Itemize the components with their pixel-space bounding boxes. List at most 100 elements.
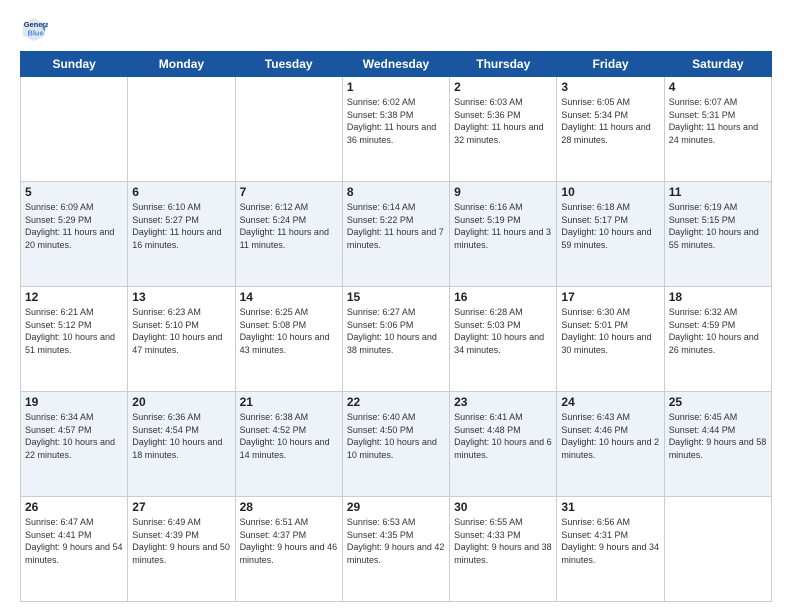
calendar-week-5: 26 Sunrise: 6:47 AMSunset: 4:41 PMDayligh… xyxy=(21,497,772,602)
calendar-cell: 17 Sunrise: 6:30 AMSunset: 5:01 PMDayligh… xyxy=(557,287,664,392)
day-header-monday: Monday xyxy=(128,52,235,77)
day-number: 30 xyxy=(454,500,552,514)
calendar-cell: 29 Sunrise: 6:53 AMSunset: 4:35 PMDayligh… xyxy=(342,497,449,602)
day-number: 9 xyxy=(454,185,552,199)
cell-content: Sunrise: 6:30 AMSunset: 5:01 PMDaylight:… xyxy=(561,306,659,356)
logo-icon: General Blue xyxy=(20,15,48,43)
day-header-tuesday: Tuesday xyxy=(235,52,342,77)
calendar-cell: 11 Sunrise: 6:19 AMSunset: 5:15 PMDayligh… xyxy=(664,182,771,287)
day-number: 8 xyxy=(347,185,445,199)
day-number: 3 xyxy=(561,80,659,94)
cell-content: Sunrise: 6:34 AMSunset: 4:57 PMDaylight:… xyxy=(25,411,123,461)
cell-content: Sunrise: 6:10 AMSunset: 5:27 PMDaylight:… xyxy=(132,201,230,251)
page: General Blue SundayMondayTuesdayWednesda… xyxy=(0,0,792,612)
calendar-cell: 16 Sunrise: 6:28 AMSunset: 5:03 PMDayligh… xyxy=(450,287,557,392)
svg-text:Blue: Blue xyxy=(27,29,43,38)
calendar-cell: 18Sunrise: 6:32 AMSunset: 4:59 PMDayligh… xyxy=(664,287,771,392)
calendar-cell: 12 Sunrise: 6:21 AMSunset: 5:12 PMDayligh… xyxy=(21,287,128,392)
cell-content: Sunrise: 6:21 AMSunset: 5:12 PMDaylight:… xyxy=(25,306,123,356)
day-number: 27 xyxy=(132,500,230,514)
calendar-cell: 20 Sunrise: 6:36 AMSunset: 4:54 PMDayligh… xyxy=(128,392,235,497)
cell-content: Sunrise: 6:47 AMSunset: 4:41 PMDaylight:… xyxy=(25,516,123,566)
day-number: 29 xyxy=(347,500,445,514)
calendar-week-1: 1Sunrise: 6:02 AMSunset: 5:38 PMDaylight… xyxy=(21,77,772,182)
cell-content: Sunrise: 6:05 AMSunset: 5:34 PMDaylight:… xyxy=(561,96,659,146)
cell-content: Sunrise: 6:09 AMSunset: 5:29 PMDaylight:… xyxy=(25,201,123,251)
cell-content: Sunrise: 6:51 AMSunset: 4:37 PMDaylight:… xyxy=(240,516,338,566)
calendar-cell: 6Sunrise: 6:10 AMSunset: 5:27 PMDaylight… xyxy=(128,182,235,287)
calendar-cell: 13Sunrise: 6:23 AMSunset: 5:10 PMDayligh… xyxy=(128,287,235,392)
day-number: 2 xyxy=(454,80,552,94)
day-number: 10 xyxy=(561,185,659,199)
cell-content: Sunrise: 6:07 AMSunset: 5:31 PMDaylight:… xyxy=(669,96,767,146)
day-number: 13 xyxy=(132,290,230,304)
calendar-week-4: 19 Sunrise: 6:34 AMSunset: 4:57 PMDayligh… xyxy=(21,392,772,497)
day-header-saturday: Saturday xyxy=(664,52,771,77)
day-number: 23 xyxy=(454,395,552,409)
cell-content: Sunrise: 6:53 AMSunset: 4:35 PMDaylight:… xyxy=(347,516,445,566)
cell-content: Sunrise: 6:38 AMSunset: 4:52 PMDaylight:… xyxy=(240,411,338,461)
calendar-cell: 31 Sunrise: 6:56 AMSunset: 4:31 PMDayligh… xyxy=(557,497,664,602)
calendar-cell: 23 Sunrise: 6:41 AMSunset: 4:48 PMDayligh… xyxy=(450,392,557,497)
day-header-wednesday: Wednesday xyxy=(342,52,449,77)
day-number: 26 xyxy=(25,500,123,514)
day-number: 11 xyxy=(669,185,767,199)
day-number: 12 xyxy=(25,290,123,304)
calendar-cell: 5 Sunrise: 6:09 AMSunset: 5:29 PMDaylight… xyxy=(21,182,128,287)
calendar-table: SundayMondayTuesdayWednesdayThursdayFrid… xyxy=(20,51,772,602)
calendar-cell xyxy=(128,77,235,182)
calendar-cell xyxy=(664,497,771,602)
calendar-cell: 27 Sunrise: 6:49 AMSunset: 4:39 PMDayligh… xyxy=(128,497,235,602)
cell-content: Sunrise: 6:19 AMSunset: 5:15 PMDaylight:… xyxy=(669,201,767,251)
cell-content: Sunrise: 6:49 AMSunset: 4:39 PMDaylight:… xyxy=(132,516,230,566)
day-number: 24 xyxy=(561,395,659,409)
calendar-cell: 1Sunrise: 6:02 AMSunset: 5:38 PMDaylight… xyxy=(342,77,449,182)
day-header-thursday: Thursday xyxy=(450,52,557,77)
cell-content: Sunrise: 6:03 AMSunset: 5:36 PMDaylight:… xyxy=(454,96,552,146)
cell-content: Sunrise: 6:14 AMSunset: 5:22 PMDaylight:… xyxy=(347,201,445,251)
calendar-cell: 15Sunrise: 6:27 AMSunset: 5:06 PMDayligh… xyxy=(342,287,449,392)
logo: General Blue xyxy=(20,15,52,43)
calendar-week-2: 5 Sunrise: 6:09 AMSunset: 5:29 PMDaylight… xyxy=(21,182,772,287)
cell-content: Sunrise: 6:40 AMSunset: 4:50 PMDaylight:… xyxy=(347,411,445,461)
calendar-cell: 30 Sunrise: 6:55 AMSunset: 4:33 PMDayligh… xyxy=(450,497,557,602)
calendar-cell: 22 Sunrise: 6:40 AMSunset: 4:50 PMDayligh… xyxy=(342,392,449,497)
calendar-cell: 26 Sunrise: 6:47 AMSunset: 4:41 PMDayligh… xyxy=(21,497,128,602)
day-number: 31 xyxy=(561,500,659,514)
day-number: 1 xyxy=(347,80,445,94)
calendar-cell xyxy=(235,77,342,182)
cell-content: Sunrise: 6:36 AMSunset: 4:54 PMDaylight:… xyxy=(132,411,230,461)
calendar-week-3: 12 Sunrise: 6:21 AMSunset: 5:12 PMDayligh… xyxy=(21,287,772,392)
day-header-sunday: Sunday xyxy=(21,52,128,77)
calendar-cell: 3 Sunrise: 6:05 AMSunset: 5:34 PMDaylight… xyxy=(557,77,664,182)
cell-content: Sunrise: 6:16 AMSunset: 5:19 PMDaylight:… xyxy=(454,201,552,251)
cell-content: Sunrise: 6:45 AMSunset: 4:44 PMDaylight:… xyxy=(669,411,767,461)
cell-content: Sunrise: 6:41 AMSunset: 4:48 PMDaylight:… xyxy=(454,411,552,461)
calendar-cell: 10 Sunrise: 6:18 AMSunset: 5:17 PMDayligh… xyxy=(557,182,664,287)
calendar-cell: 8 Sunrise: 6:14 AMSunset: 5:22 PMDaylight… xyxy=(342,182,449,287)
cell-content: Sunrise: 6:43 AMSunset: 4:46 PMDaylight:… xyxy=(561,411,659,461)
calendar-cell xyxy=(21,77,128,182)
day-number: 22 xyxy=(347,395,445,409)
cell-content: Sunrise: 6:18 AMSunset: 5:17 PMDaylight:… xyxy=(561,201,659,251)
day-header-friday: Friday xyxy=(557,52,664,77)
day-number: 15 xyxy=(347,290,445,304)
day-number: 20 xyxy=(132,395,230,409)
cell-content: Sunrise: 6:25 AMSunset: 5:08 PMDaylight:… xyxy=(240,306,338,356)
day-number: 21 xyxy=(240,395,338,409)
day-number: 16 xyxy=(454,290,552,304)
cell-content: Sunrise: 6:56 AMSunset: 4:31 PMDaylight:… xyxy=(561,516,659,566)
day-number: 19 xyxy=(25,395,123,409)
calendar-cell: 14Sunrise: 6:25 AMSunset: 5:08 PMDayligh… xyxy=(235,287,342,392)
day-number: 4 xyxy=(669,80,767,94)
header: General Blue xyxy=(20,15,772,43)
cell-content: Sunrise: 6:55 AMSunset: 4:33 PMDaylight:… xyxy=(454,516,552,566)
cell-content: Sunrise: 6:28 AMSunset: 5:03 PMDaylight:… xyxy=(454,306,552,356)
day-number: 17 xyxy=(561,290,659,304)
day-number: 5 xyxy=(25,185,123,199)
calendar-cell: 4 Sunrise: 6:07 AMSunset: 5:31 PMDaylight… xyxy=(664,77,771,182)
calendar-cell: 24 Sunrise: 6:43 AMSunset: 4:46 PMDayligh… xyxy=(557,392,664,497)
day-number: 28 xyxy=(240,500,338,514)
day-number: 25 xyxy=(669,395,767,409)
cell-content: Sunrise: 6:32 AMSunset: 4:59 PMDaylight:… xyxy=(669,306,767,356)
